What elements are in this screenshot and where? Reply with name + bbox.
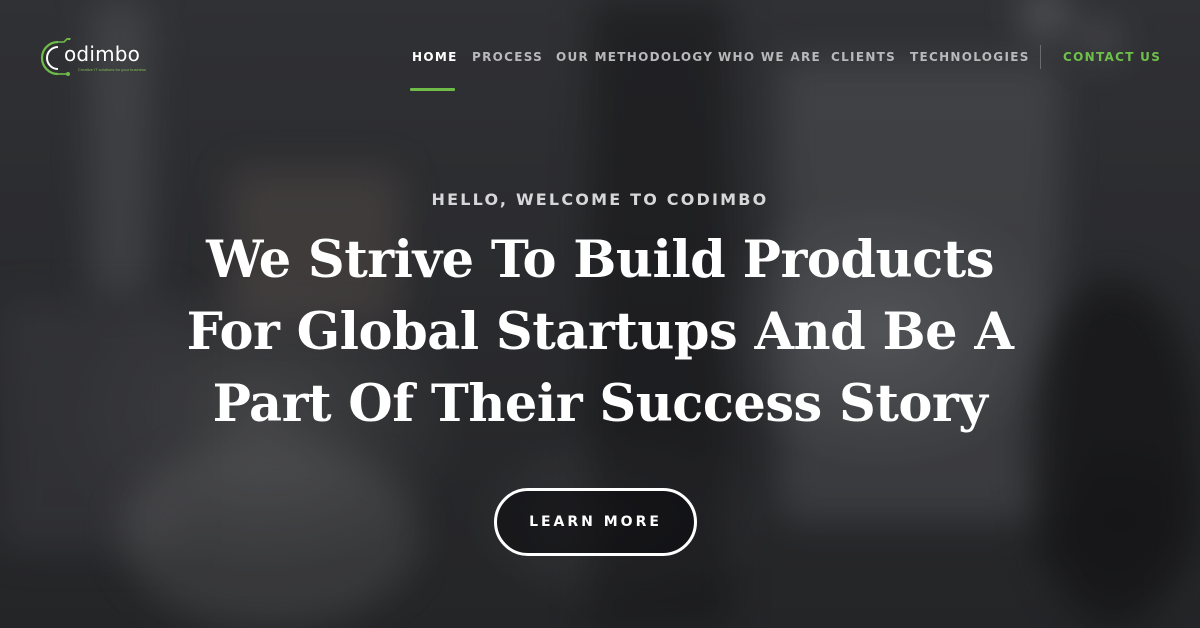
nav-divider (1040, 45, 1041, 69)
headline-line: We Strive To Build Products (206, 230, 994, 290)
active-nav-indicator (410, 88, 455, 91)
learn-more-button[interactable]: LEARN MORE (494, 488, 697, 556)
hero-kicker: HELLO, WELCOME TO CODIMBO (431, 190, 769, 209)
nav-item-our-methodology[interactable]: OUR METHODOLOGY (556, 48, 713, 66)
nav-item-clients[interactable]: CLIENTS (831, 48, 896, 66)
nav-item-home[interactable]: HOME (412, 48, 458, 66)
nav-item-contact-us[interactable]: CONTACT US (1063, 48, 1161, 66)
headline-line: For Global Startups And Be A (186, 302, 1014, 362)
main-nav: HOME PROCESS OUR METHODOLOGY WHO WE ARE … (0, 48, 1200, 68)
nav-item-process[interactable]: PROCESS (472, 48, 543, 66)
nav-item-technologies[interactable]: TECHNOLOGIES (910, 48, 1030, 66)
nav-item-who-we-are[interactable]: WHO WE ARE (718, 48, 821, 66)
hero-headline: We Strive To Build Products For Global S… (150, 224, 1050, 440)
headline-line: Part Of Their Success Story (212, 374, 988, 434)
hero-section: odimbo Creative IT solutions for your bu… (0, 0, 1200, 628)
